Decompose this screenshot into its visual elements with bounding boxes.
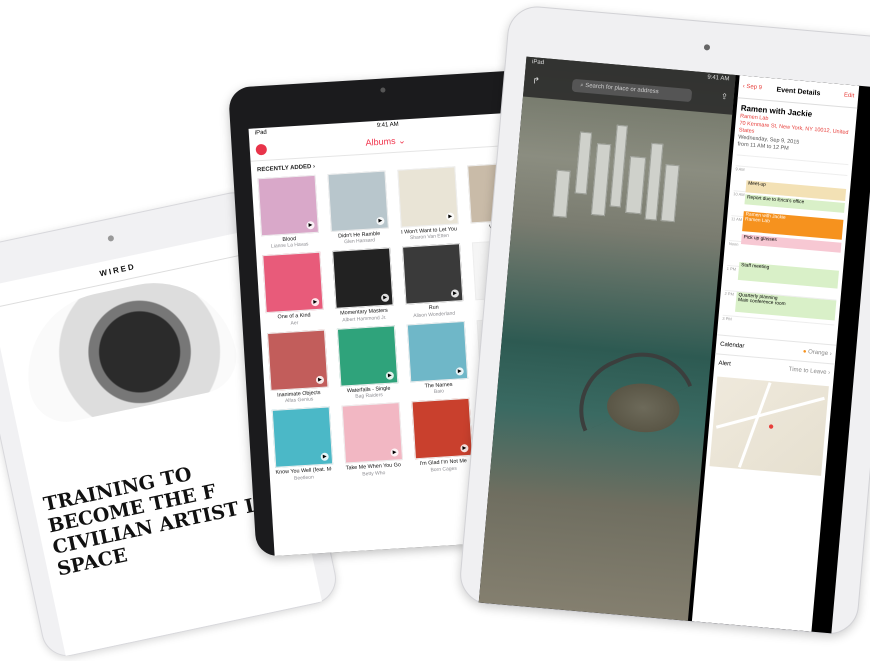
status-bar: iPad 9:41 AM xyxy=(526,57,736,85)
location-minimap[interactable]: ● xyxy=(709,376,829,476)
flyover-map[interactable]: iPad 9:41 AM ↱ ⌕ Search for place or add… xyxy=(478,56,736,621)
split-screen: iPad 9:41 AM ↱ ⌕ Search for place or add… xyxy=(478,56,870,634)
play-icon[interactable]: ▶ xyxy=(311,298,320,307)
calendar-event[interactable]: Staff meeting xyxy=(737,261,840,289)
play-icon[interactable]: ▶ xyxy=(450,289,460,299)
album-art: ▶ xyxy=(257,174,320,237)
album-tile[interactable]: ▶Know You Well (feat. Mothica & Rayne)Be… xyxy=(271,406,338,482)
maps-top-bar: iPad 9:41 AM ↱ ⌕ Search for place or add… xyxy=(522,56,736,115)
play-icon[interactable]: ▶ xyxy=(460,444,469,453)
map-pin-icon: ● xyxy=(767,421,775,433)
building xyxy=(552,169,571,218)
building xyxy=(644,142,664,221)
album-tile[interactable]: ▶ I'm Glad I'm Not Me Born Cages xyxy=(411,398,477,474)
album-art: ▶ xyxy=(262,252,324,314)
play-icon[interactable]: ▶ xyxy=(390,448,399,457)
directions-icon[interactable]: ↱ xyxy=(532,75,540,87)
ipad-maps-calendar: iPad 9:41 AM ↱ ⌕ Search for place or add… xyxy=(457,4,870,637)
map-search-input[interactable]: ⌕ Search for place or address xyxy=(571,78,693,103)
play-icon[interactable]: ▶ xyxy=(446,212,455,221)
front-camera xyxy=(107,234,115,242)
album-art: ▶ xyxy=(406,320,469,383)
album-art: ▶ xyxy=(341,402,404,464)
status-time: 9:41 AM xyxy=(707,74,730,83)
map-road xyxy=(737,382,772,468)
front-camera xyxy=(380,87,386,93)
album-art: ▶ xyxy=(271,406,334,469)
alert-value: Time to Leave › xyxy=(788,366,831,377)
building xyxy=(574,131,593,195)
share-icon[interactable]: ⇪ xyxy=(721,92,728,102)
play-icon[interactable]: ▶ xyxy=(380,293,390,303)
calendar-label: Calendar xyxy=(719,341,745,350)
building xyxy=(590,143,612,217)
play-icon[interactable]: ▶ xyxy=(376,216,385,226)
play-icon[interactable]: ▶ xyxy=(320,452,329,462)
album-art: ▶ xyxy=(267,329,329,391)
album-art: ▶ xyxy=(402,243,464,305)
day-timeline: 9 AM 10 AM 11 AM Noon 1 PM 2 PM 3 PM Mee… xyxy=(720,154,849,345)
alert-label: Alert xyxy=(718,360,732,368)
building xyxy=(625,156,647,215)
play-icon[interactable]: ▶ xyxy=(306,220,315,230)
calendar-value: ● Orange › xyxy=(802,348,832,358)
album-tile[interactable]: ▶ Didn't He Ramble Glen Hansard xyxy=(327,170,393,246)
album-art: ▶ xyxy=(327,170,389,232)
play-icon[interactable]: ▶ xyxy=(315,375,325,384)
front-camera xyxy=(703,44,711,51)
album-art: ▶ xyxy=(332,247,394,310)
album-tile[interactable]: ▶ Take Me When You Go Betty Who xyxy=(341,402,408,478)
album-tile[interactable]: ▶ Momentary Masters Albert Hammond Jr. xyxy=(332,247,398,324)
building xyxy=(660,164,680,223)
play-icon[interactable]: ▶ xyxy=(455,366,464,376)
album-tile[interactable]: ▶ Inanimate Objects Alfas Genius xyxy=(267,329,333,405)
album-tile[interactable]: ▶ Run Alison Wonderland xyxy=(402,243,468,319)
hour-label: 9 AM xyxy=(735,165,848,182)
harbour-bridge xyxy=(562,335,693,432)
album-tile[interactable]: ▶ Waterfalls - Single Bag Raiders xyxy=(336,325,403,401)
status-device: iPad xyxy=(531,59,545,67)
album-art: ▶ xyxy=(336,325,399,387)
building xyxy=(609,124,628,208)
album-tile[interactable]: ▶ Blood Lianne La Havas xyxy=(257,174,324,251)
event-details-title: Event Details xyxy=(776,86,821,97)
album-art: ▶ xyxy=(411,398,473,460)
status-device: iPad xyxy=(254,129,268,137)
album-tile[interactable]: ▶ The Names Baio xyxy=(406,320,473,397)
album-tile[interactable]: ▶I Won't Want to Let You Down - EPSharon… xyxy=(397,166,463,242)
play-icon[interactable]: ▶ xyxy=(385,371,395,380)
album-art: ▶ xyxy=(397,166,459,228)
album-tile[interactable]: ▶ One of a Kind Aer xyxy=(262,252,328,328)
status-time: 9:41 AM xyxy=(376,121,399,129)
